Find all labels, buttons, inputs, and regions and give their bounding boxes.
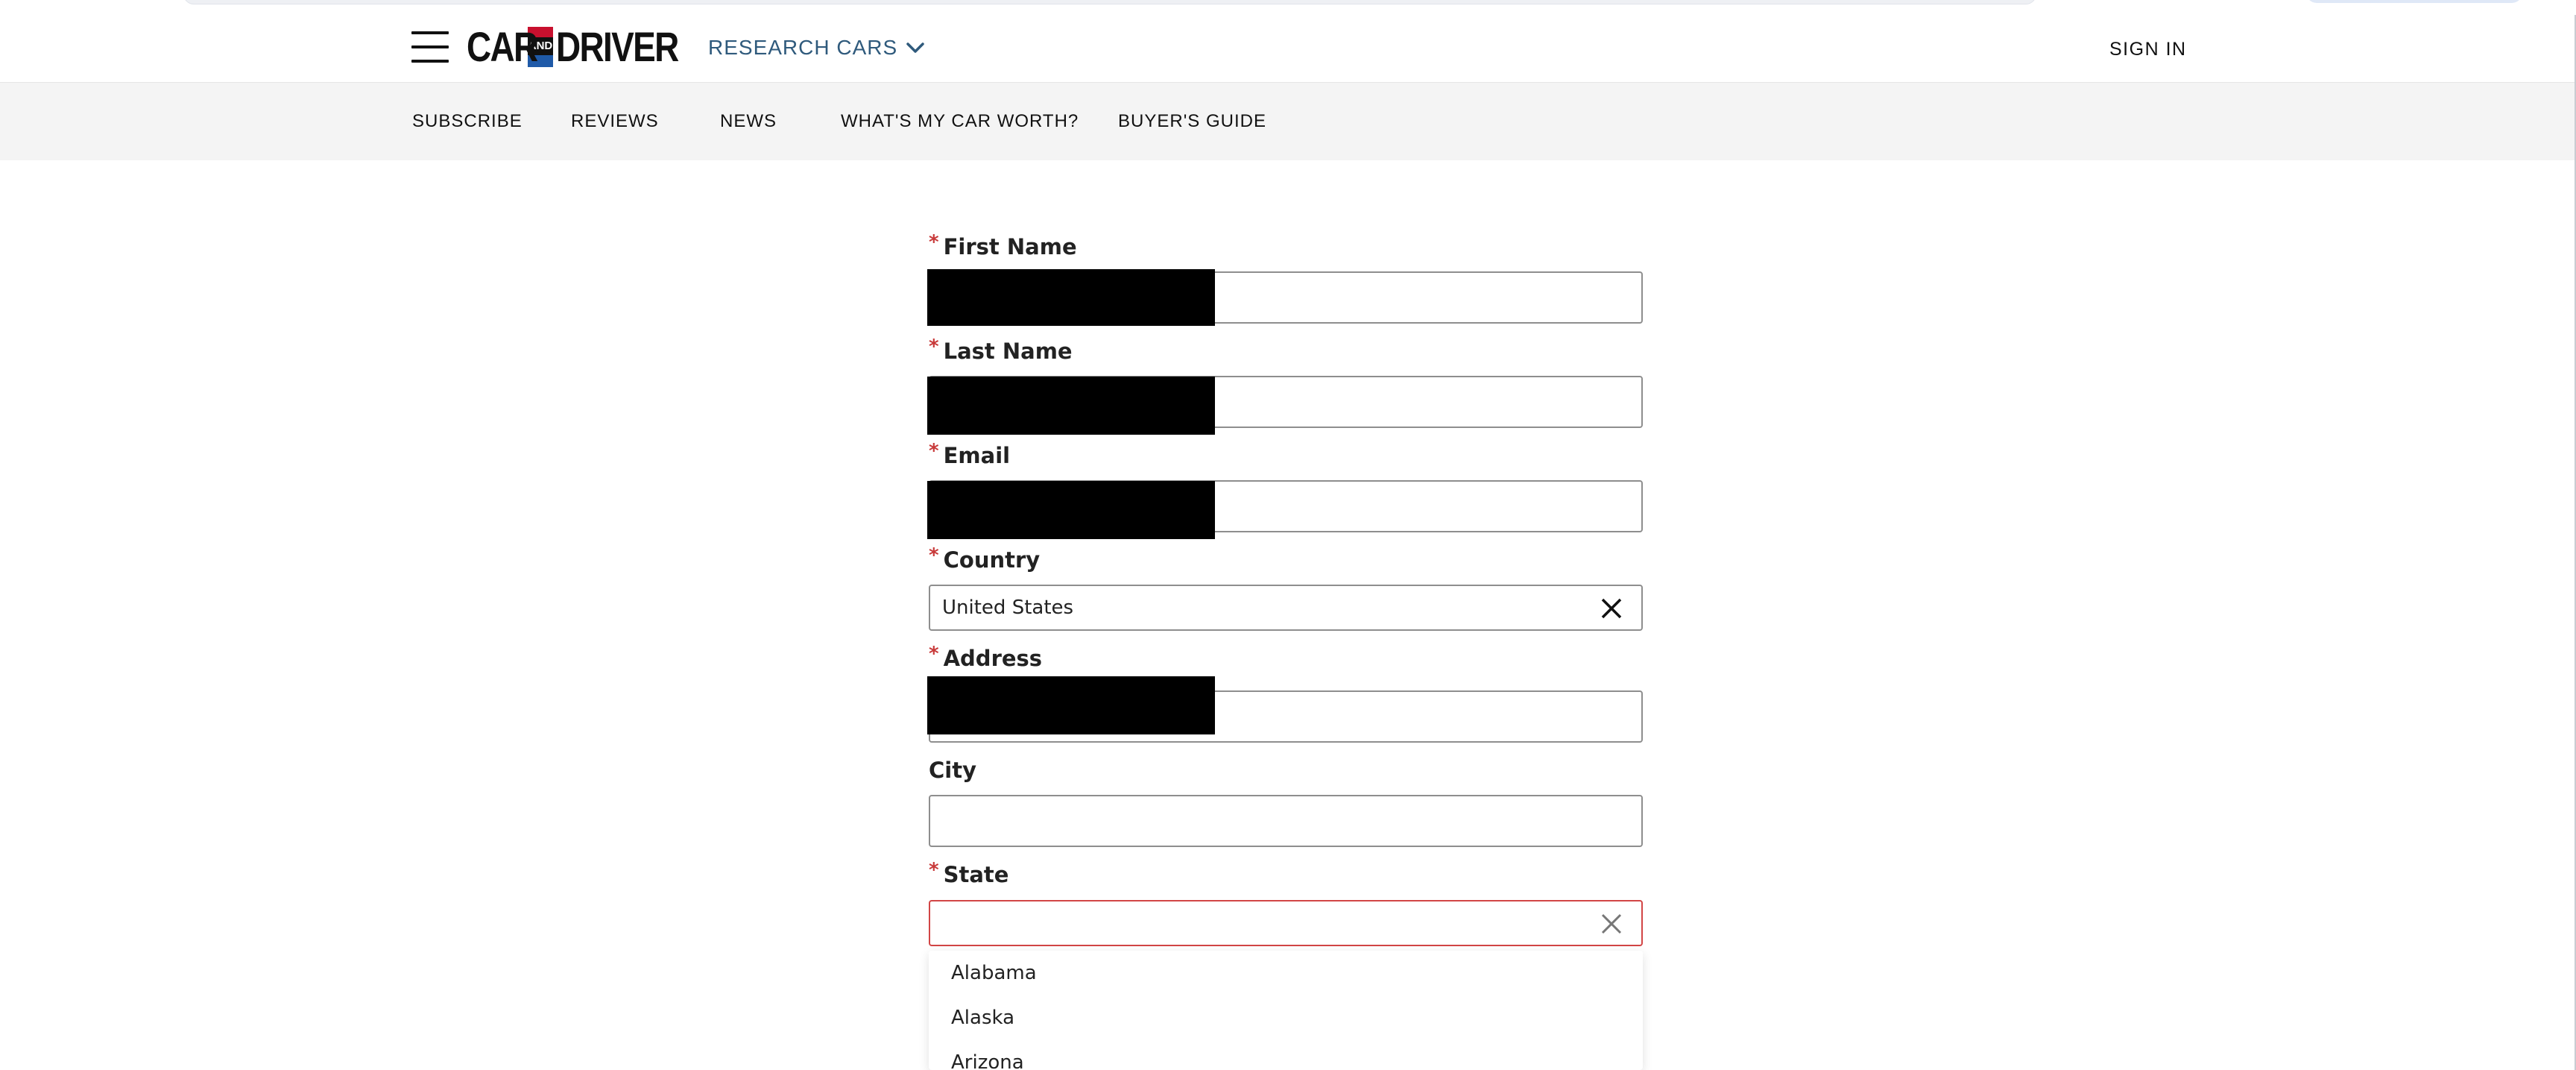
address-bar-edge xyxy=(183,0,2036,4)
redacted-block xyxy=(927,481,1215,539)
browser-button-edge xyxy=(2306,0,2522,3)
first-name-label: * First Name xyxy=(929,231,1077,259)
site-header: CAR AND DRIVER RESEARCH CARS SIGN IN xyxy=(0,15,2576,83)
city-input[interactable] xyxy=(929,795,1643,847)
logo-text-car: CAR xyxy=(467,23,538,70)
state-option-alaska[interactable]: Alaska xyxy=(929,995,1643,1040)
email-label: * Email xyxy=(929,440,1011,468)
city-label: City xyxy=(929,758,976,783)
nav-buyers-guide[interactable]: BUYER'S GUIDE xyxy=(1118,83,1266,160)
sign-in-link[interactable]: SIGN IN xyxy=(2109,36,2187,63)
redacted-block xyxy=(927,377,1215,435)
redacted-block xyxy=(927,269,1215,326)
required-marker: * xyxy=(929,643,939,665)
car-and-driver-logo[interactable]: CAR AND DRIVER xyxy=(467,23,679,70)
research-cars-menu[interactable]: RESEARCH CARS xyxy=(708,33,926,63)
state-dropdown-list: Alabama Alaska Arizona xyxy=(929,951,1643,1070)
sub-navigation: SUBSCRIBE REVIEWS NEWS WHAT'S MY CAR WOR… xyxy=(0,83,2576,160)
country-label: * Country xyxy=(929,544,1041,573)
required-marker: * xyxy=(929,336,939,358)
last-name-label: * Last Name xyxy=(929,336,1073,364)
logo-text-driver: DRIVER xyxy=(556,23,679,70)
required-marker: * xyxy=(929,859,939,881)
country-value: United States xyxy=(942,597,1074,619)
nav-whats-my-car-worth[interactable]: WHAT'S MY CAR WORTH? xyxy=(841,83,1079,160)
redacted-block xyxy=(927,676,1215,734)
required-marker: * xyxy=(929,544,939,567)
state-select[interactable] xyxy=(929,900,1643,946)
required-marker: * xyxy=(929,440,939,462)
chevron-down-icon xyxy=(906,43,924,53)
state-option-alabama[interactable]: Alabama xyxy=(929,951,1643,995)
research-cars-label: RESEARCH CARS xyxy=(708,36,898,59)
close-icon[interactable] xyxy=(1600,597,1623,620)
nav-news[interactable]: NEWS xyxy=(720,83,777,160)
required-marker: * xyxy=(929,231,939,254)
hamburger-menu-icon[interactable] xyxy=(411,30,449,64)
nav-reviews[interactable]: REVIEWS xyxy=(571,83,659,160)
state-label: * State xyxy=(929,859,1009,887)
state-option-arizona[interactable]: Arizona xyxy=(929,1040,1643,1070)
close-icon[interactable] xyxy=(1600,912,1623,936)
address-label: * Address xyxy=(929,643,1043,671)
nav-subscribe[interactable]: SUBSCRIBE xyxy=(412,83,523,160)
browser-top-strip xyxy=(0,0,2576,16)
country-select[interactable]: United States xyxy=(929,585,1643,631)
